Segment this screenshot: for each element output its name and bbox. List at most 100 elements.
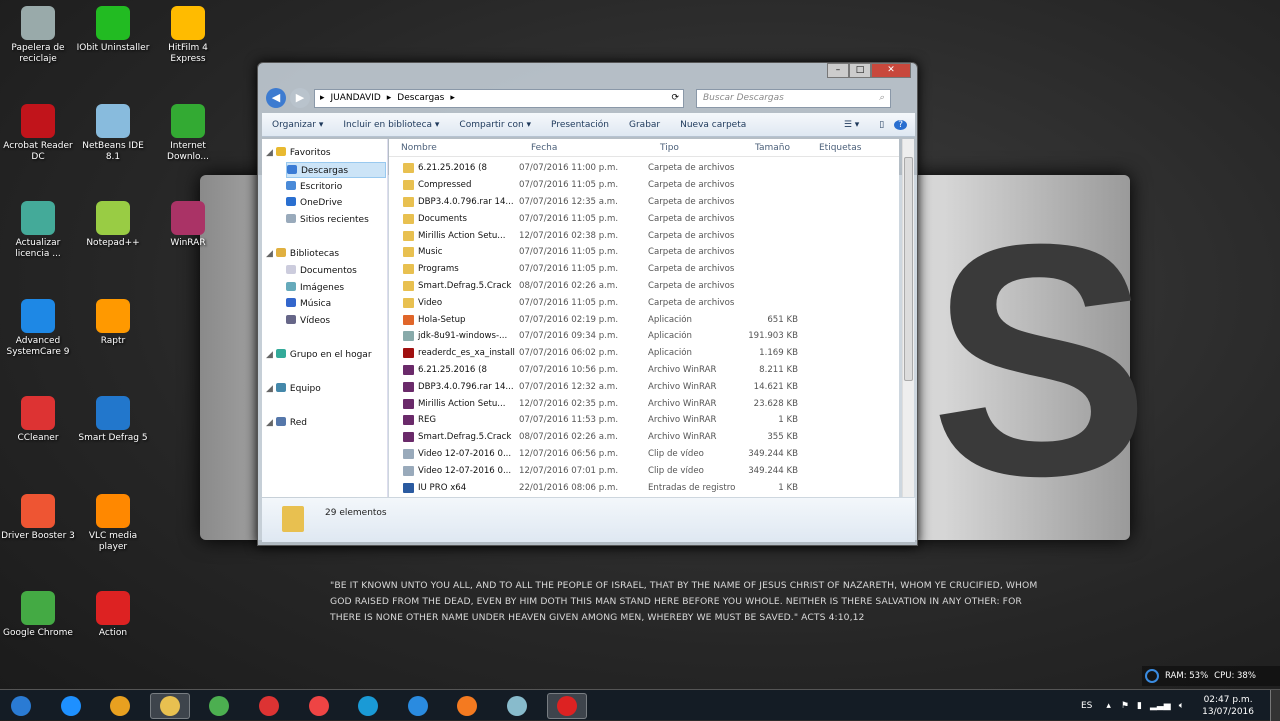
file-row[interactable]: DBP3.4.0.796.rar 14... 07/07/2016 12:32 a… xyxy=(389,378,899,395)
desktop-icon[interactable]: CCleaner xyxy=(0,396,76,444)
desktop-icon[interactable]: Smart Defrag 5 xyxy=(75,396,151,444)
nav-item[interactable]: Documentos xyxy=(286,263,357,279)
clock[interactable]: 02:47 p.m. 13/07/2016 xyxy=(1202,694,1254,718)
nav-item[interactable]: ◢ Bibliotecas xyxy=(266,246,339,262)
language-indicator[interactable]: ES xyxy=(1081,701,1092,711)
burn-button[interactable]: Grabar xyxy=(619,120,670,130)
desktop-icon[interactable]: Papelera de reciclaje xyxy=(0,6,76,65)
nav-item[interactable]: OneDrive xyxy=(286,195,342,211)
taskbar-xampp[interactable] xyxy=(447,693,487,719)
nav-item[interactable]: ◢ Red xyxy=(266,415,307,431)
column-name[interactable]: Nombre xyxy=(389,139,519,156)
close-button[interactable]: ✕ xyxy=(871,63,911,78)
help-icon[interactable]: ? xyxy=(894,119,907,130)
file-row[interactable]: Video 07/07/2016 11:05 p.m. Carpeta de arc… xyxy=(389,294,899,311)
breadcrumb-juandavid[interactable]: JUANDAVID xyxy=(331,93,381,103)
file-row[interactable]: Video 12-07-2016 0... 12/07/2016 06:56 p.… xyxy=(389,446,899,463)
show-desktop-button[interactable] xyxy=(1270,690,1280,721)
file-row[interactable]: Programs 07/07/2016 11:05 p.m. Carpeta de … xyxy=(389,261,899,278)
maximize-button[interactable]: □ xyxy=(849,63,871,78)
preview-pane-icon[interactable]: ▯ xyxy=(869,120,894,130)
taskbar-start[interactable] xyxy=(1,693,41,719)
file-row[interactable]: jdk-8u91-windows-... 07/07/2016 09:34 p.m… xyxy=(389,328,899,345)
file-row[interactable]: Smart.Defrag.5.Crack 08/07/2016 02:26 a.m… xyxy=(389,429,899,446)
taskbar-ie-blue[interactable] xyxy=(348,693,388,719)
file-row[interactable]: Documents 07/07/2016 11:05 p.m. Carpeta de… xyxy=(389,210,899,227)
desktop-icon[interactable]: IObit Uninstaller xyxy=(75,6,151,54)
desktop-icon[interactable]: Acrobat Reader DC xyxy=(0,103,76,163)
view-options-icon[interactable]: ☰ ▾ xyxy=(834,120,869,130)
nav-item[interactable]: Música xyxy=(286,296,331,312)
file-row[interactable]: Mirillis Action Setu... 12/07/2016 02:38 … xyxy=(389,227,899,244)
desktop-icon[interactable]: Driver Booster 3 xyxy=(0,493,76,542)
desktop-icon[interactable]: NetBeans IDE 8.1 xyxy=(75,103,151,163)
file-row[interactable]: Video 12-07-2016 0... 12/07/2016 07:01 p.… xyxy=(389,462,899,479)
new-folder-button[interactable]: Nueva carpeta xyxy=(670,120,756,130)
column-date[interactable]: Fecha xyxy=(519,139,648,156)
desktop-icon[interactable]: HitFilm 4 Express xyxy=(150,6,226,65)
breadcrumb-descargas[interactable]: Descargas xyxy=(397,93,444,103)
desktop-icon[interactable]: Action xyxy=(75,591,151,639)
nav-item[interactable]: Descargas xyxy=(286,161,386,178)
column-tags[interactable]: Etiquetas xyxy=(807,139,861,156)
taskbar-action[interactable] xyxy=(546,693,587,719)
include-library-button[interactable]: Incluir en biblioteca ▾ xyxy=(333,120,449,130)
file-row[interactable]: Hola-Setup 07/07/2016 02:19 p.m. Aplicació… xyxy=(389,311,899,328)
file-row[interactable]: Compressed 07/07/2016 11:05 p.m. Carpeta d… xyxy=(389,177,899,194)
expand-arrow-icon[interactable]: ◢ xyxy=(266,384,273,394)
taskbar-driver-booster[interactable] xyxy=(249,693,289,719)
minimize-button[interactable]: – xyxy=(827,63,849,78)
desktop-icon[interactable]: WinRAR xyxy=(150,201,226,249)
desktop-icon[interactable]: Google Chrome xyxy=(0,591,76,639)
show-hidden-icons[interactable]: ▴ xyxy=(1106,701,1111,711)
expand-arrow-icon[interactable]: ◢ xyxy=(266,350,273,360)
file-row[interactable]: Mirillis Action Setu... 12/07/2016 02:35 … xyxy=(389,395,899,412)
file-row[interactable]: DBP3.4.0.796.rar 14... 07/07/2016 12:35 a… xyxy=(389,194,899,211)
scrollbar-thumb[interactable] xyxy=(904,157,913,381)
taskbar-internet-explorer[interactable] xyxy=(51,693,91,719)
taskbar-chrome[interactable] xyxy=(199,693,239,719)
network-icon[interactable]: ▂▃▅ xyxy=(1150,701,1171,711)
vertical-scrollbar[interactable] xyxy=(902,139,914,497)
nav-item[interactable]: Imágenes xyxy=(286,280,344,296)
taskbar-file-explorer[interactable] xyxy=(149,693,190,719)
file-row[interactable]: readerdc_es_xa_install 07/07/2016 06:02 p… xyxy=(389,345,899,362)
column-type[interactable]: Tipo xyxy=(648,139,743,156)
taskbar-netbeans[interactable] xyxy=(497,693,537,719)
taskbar-ccleaner[interactable] xyxy=(299,693,339,719)
volume-icon[interactable]: 🔈︎ xyxy=(1179,701,1184,711)
file-row[interactable]: Smart.Defrag.5.Crack 08/07/2016 02:26 a.m… xyxy=(389,278,899,295)
desktop-icon[interactable]: Raptr xyxy=(75,298,151,347)
nav-item[interactable]: Vídeos xyxy=(286,313,330,329)
action-center-icon[interactable]: ⚑ xyxy=(1121,701,1129,711)
expand-arrow-icon[interactable]: ◢ xyxy=(266,418,273,428)
nav-item[interactable]: ◢ Favoritos xyxy=(266,145,331,161)
expand-arrow-icon[interactable]: ◢ xyxy=(266,249,273,259)
desktop-icon[interactable]: Actualizar licencia ... xyxy=(0,201,76,260)
nav-item[interactable]: Sitios recientes xyxy=(286,212,369,228)
slideshow-button[interactable]: Presentación xyxy=(541,120,619,130)
share-button[interactable]: Compartir con ▾ xyxy=(449,120,541,130)
organize-button[interactable]: Organizar ▾ xyxy=(262,120,333,130)
file-row[interactable]: REG 07/07/2016 11:53 p.m. Archivo WinRAR 1 … xyxy=(389,412,899,429)
back-button[interactable]: ◀ xyxy=(266,88,286,108)
taskbar-media[interactable] xyxy=(100,693,140,719)
column-size[interactable]: Tamaño xyxy=(743,139,807,156)
file-row[interactable]: 6.21.25.2016 (8 07/07/2016 11:00 p.m. Carp… xyxy=(389,160,899,177)
address-bar[interactable]: ▸ JUANDAVID ▸ Descargas ▸ ⟳ xyxy=(314,88,684,108)
nav-item[interactable]: Escritorio xyxy=(286,179,342,195)
desktop-icon[interactable]: Advanced SystemCare 9 xyxy=(0,298,76,358)
desktop-icon[interactable]: Internet Downlo... xyxy=(150,103,226,163)
desktop-icon[interactable]: VLC media player xyxy=(75,493,151,553)
file-row[interactable]: IU PRO x64 22/01/2016 08:06 p.m. Entradas … xyxy=(389,479,899,496)
file-row[interactable]: 6.21.25.2016 (8 07/07/2016 10:56 p.m. Arch… xyxy=(389,362,899,379)
forward-button[interactable]: ▶ xyxy=(290,88,310,108)
power-icon[interactable]: ▮ xyxy=(1137,701,1142,711)
desktop-icon[interactable]: Notepad++ xyxy=(75,201,151,249)
expand-arrow-icon[interactable]: ◢ xyxy=(266,148,273,158)
taskbar-advanced-systemcare[interactable] xyxy=(398,693,438,719)
file-row[interactable]: Music 07/07/2016 11:05 p.m. Carpeta de arc… xyxy=(389,244,899,261)
nav-item[interactable]: ◢ Equipo xyxy=(266,381,321,397)
refresh-icon[interactable]: ⟳ xyxy=(671,93,683,103)
cleaner-icon[interactable] xyxy=(1145,669,1159,683)
